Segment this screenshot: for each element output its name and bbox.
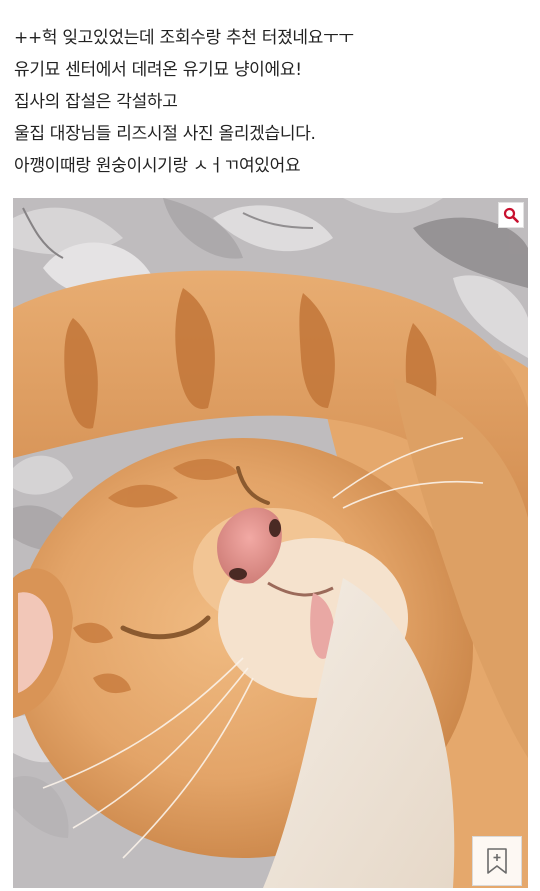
magnifier-icon	[503, 207, 519, 223]
post-body: ++헉 잊고있었는데 조회수랑 추천 터졌네요ㅜㅜ 유기묘 센터에서 데려온 유…	[14, 22, 524, 182]
cat-photo[interactable]	[13, 198, 528, 888]
cat-photo-illustration	[13, 198, 528, 888]
post-line: 집사의 잡설은 각설하고	[14, 92, 178, 112]
bookmark-add-icon	[487, 848, 507, 874]
bookmark-button[interactable]	[472, 836, 522, 886]
post-line: 울집 대장님들 리즈시절 사진 올리겠습니다.	[14, 124, 316, 144]
post-line: 아깽이때랑 원숭이시기랑 ㅅㅓㄲ여있어요	[14, 156, 301, 176]
post-line: ++헉 잊고있었는데 조회수랑 추천 터졌네요ㅜㅜ	[14, 28, 354, 48]
post-line: 유기묘 센터에서 데려온 유기묘 냥이에요!	[14, 60, 302, 80]
zoom-button[interactable]	[498, 202, 524, 228]
